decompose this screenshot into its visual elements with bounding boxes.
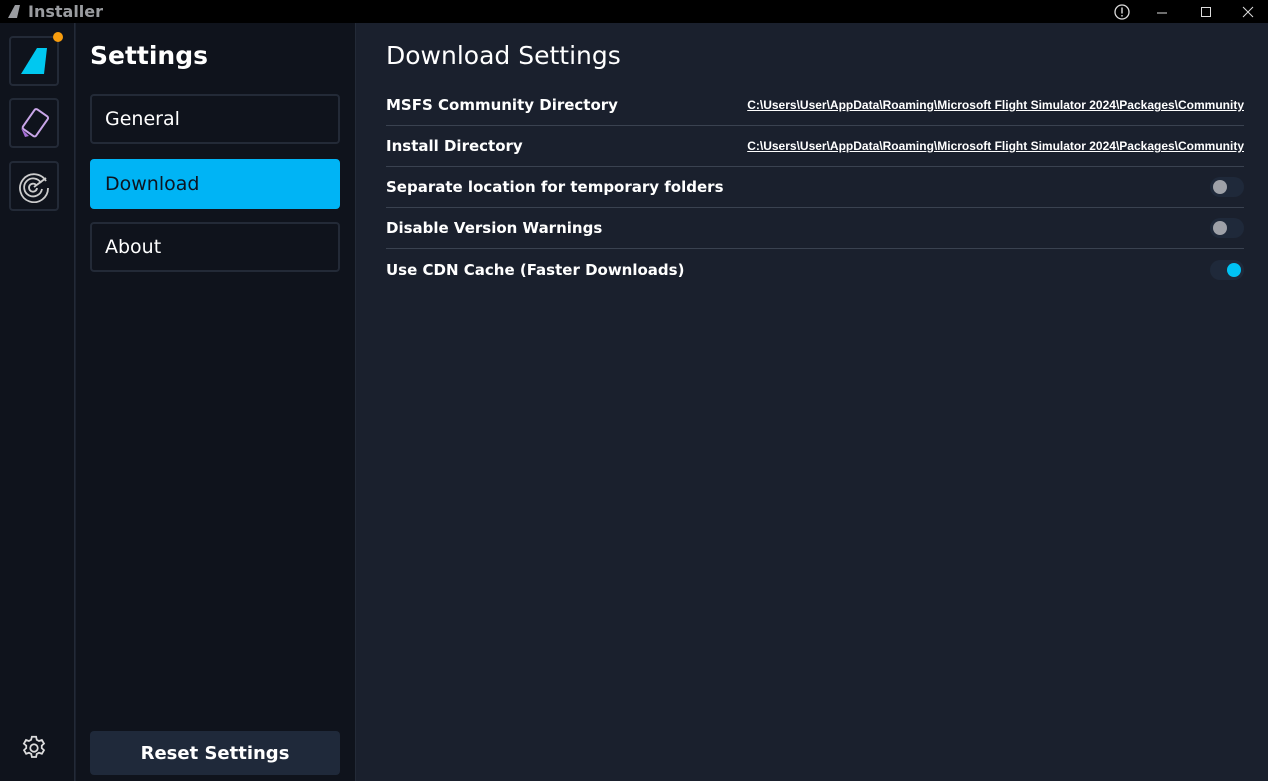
temp-location-toggle[interactable] [1210, 177, 1244, 197]
toggle-knob [1227, 262, 1241, 277]
settings-button[interactable] [19, 733, 49, 767]
title-bar: Installer [0, 0, 1268, 23]
tablet-icon [21, 108, 50, 138]
setting-row-cdn-cache: Use CDN Cache (Faster Downloads) [386, 249, 1244, 290]
nav-download[interactable]: Download [90, 159, 340, 209]
radar-icon [19, 173, 49, 203]
gear-icon [22, 735, 46, 758]
community-directory-link[interactable]: C:\Users\User\AppData\Roaming\Microsoft … [747, 98, 1244, 112]
setting-row-community-directory: MSFS Community Directory C:\Users\User\A… [386, 85, 1244, 126]
window-title: Installer [28, 2, 104, 21]
app-logo-icon [8, 5, 20, 18]
setting-label: Install Directory [386, 137, 523, 155]
setting-row-temp-location: Separate location for temporary folders [386, 167, 1244, 208]
maximize-icon [1201, 6, 1211, 17]
minimize-button[interactable] [1142, 0, 1182, 23]
setting-label: Use CDN Cache (Faster Downloads) [386, 260, 685, 279]
setting-row-version-warnings: Disable Version Warnings [386, 208, 1244, 249]
rail-item-radar[interactable] [9, 161, 59, 211]
info-button[interactable] [1102, 0, 1142, 23]
setting-label: MSFS Community Directory [386, 96, 618, 114]
page-title: Download Settings [386, 41, 621, 70]
toggle-knob [1213, 180, 1227, 194]
setting-label: Disable Version Warnings [386, 219, 603, 237]
maximize-button[interactable] [1186, 0, 1226, 23]
toggle-knob [1213, 221, 1227, 235]
info-icon [1114, 3, 1130, 20]
rail-item-flybywire[interactable] [9, 32, 63, 86]
app-rail [0, 23, 75, 781]
reset-settings-button[interactable]: Reset Settings [90, 731, 340, 775]
setting-row-install-directory: Install Directory C:\Users\User\AppData\… [386, 126, 1244, 167]
settings-title: Settings [90, 41, 209, 70]
close-icon [1242, 6, 1254, 17]
rail-item-tablet[interactable] [9, 98, 59, 148]
close-button[interactable] [1228, 0, 1268, 23]
flybywire-logo-icon [21, 48, 47, 74]
notification-badge [53, 32, 63, 42]
download-settings: Download Settings MSFS Community Directo… [386, 23, 1244, 290]
settings-panel: Settings General Download About Reset Se… [76, 23, 356, 781]
version-warnings-toggle[interactable] [1210, 218, 1244, 238]
minimize-icon [1157, 12, 1167, 13]
cdn-cache-toggle[interactable] [1210, 259, 1244, 280]
setting-label: Separate location for temporary folders [386, 178, 724, 196]
nav-about[interactable]: About [90, 222, 340, 272]
install-directory-link[interactable]: C:\Users\User\AppData\Roaming\Microsoft … [747, 139, 1244, 153]
nav-general[interactable]: General [90, 94, 340, 144]
